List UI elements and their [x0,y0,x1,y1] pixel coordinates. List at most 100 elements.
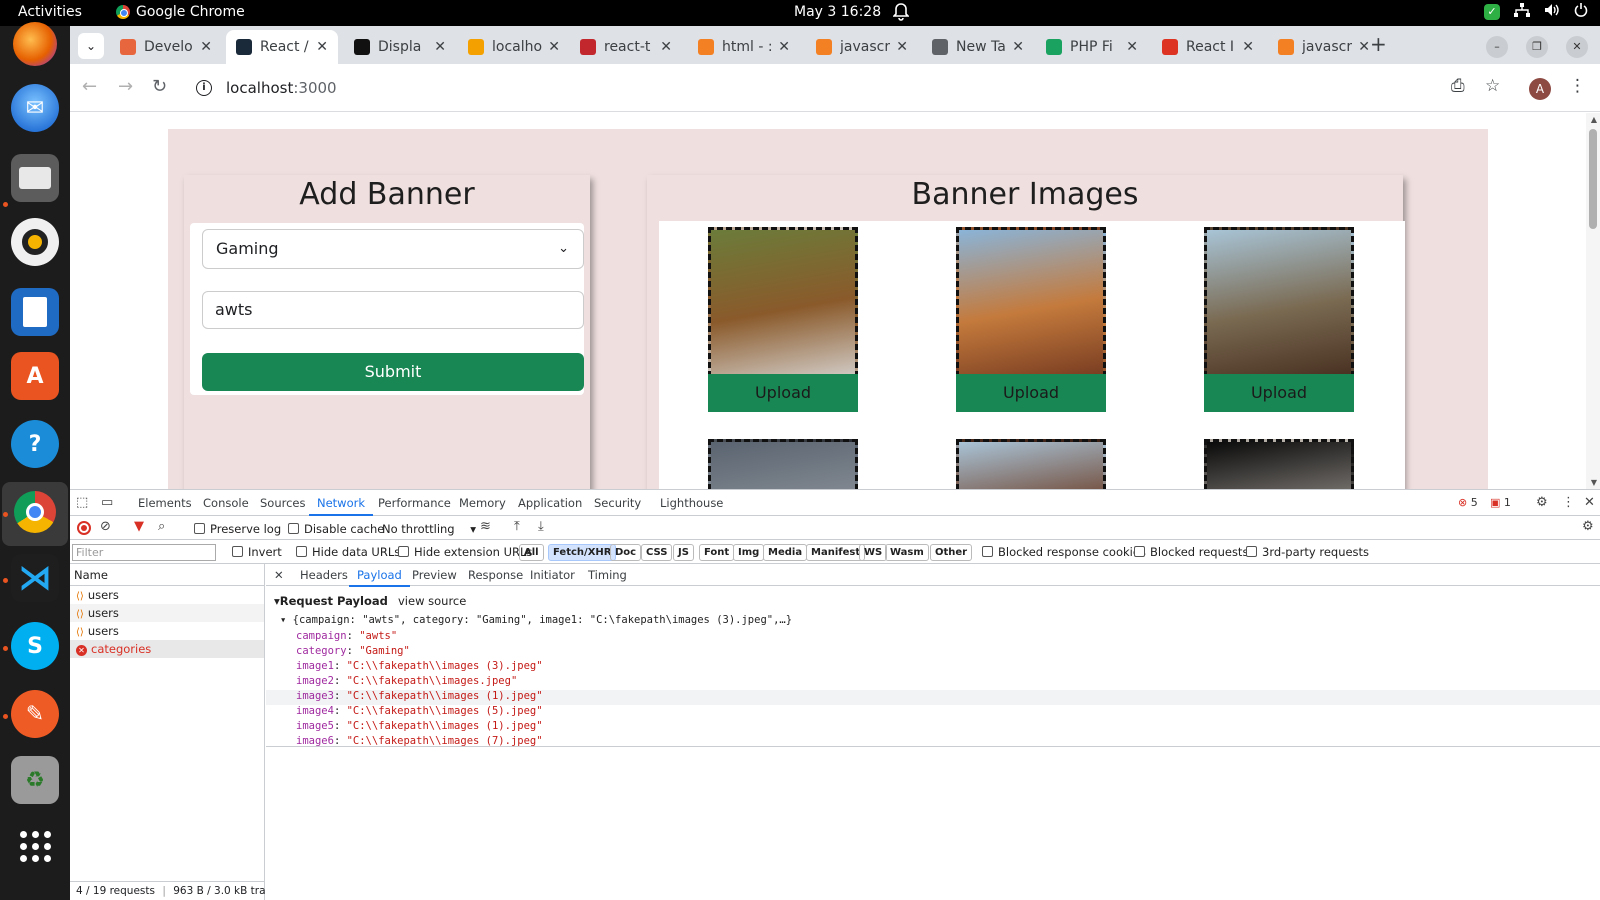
upload-button[interactable]: Upload [1204,374,1354,412]
back-button[interactable]: ← [82,76,97,97]
preserve-log-checkbox[interactable]: Preserve log [194,522,281,536]
error-count-badge[interactable]: ⊗ 5 [1458,496,1478,509]
close-tab-icon[interactable]: ✕ [896,39,908,55]
payload-summary[interactable]: ▾ {campaign: "awts", category: "Gaming",… [280,614,792,626]
filter-chip-font[interactable]: Font [699,544,735,561]
help-icon[interactable]: ? [11,420,59,468]
chrome-icon[interactable] [11,488,59,536]
devtools-tab-performance[interactable]: Performance [378,496,451,510]
filter-chip-media[interactable]: Media [763,544,808,561]
detail-tab-headers[interactable]: Headers [300,568,348,582]
scroll-up-icon[interactable]: ▲ [1591,115,1597,124]
request-payload-title[interactable]: ▾Request Payload [274,594,388,608]
blocked-cookies-checkbox[interactable]: Blocked response cookies [982,545,1146,559]
filter-icon[interactable]: ▼ [134,519,144,534]
inspect-element-icon[interactable]: ⬚ [76,495,88,510]
tab-search-button[interactable]: ⌄ [78,33,104,59]
writer-icon[interactable] [11,288,59,336]
bookmark-star-icon[interactable]: ☆ [1485,76,1500,96]
new-tab-button[interactable]: + [1370,32,1387,56]
filter-chip-doc[interactable]: Doc [610,544,642,561]
upload-button[interactable]: Upload [708,374,858,412]
payload-property[interactable]: image5: "C:\\fakepath\\images (1).jpeg" [296,720,543,732]
thunderbird-icon[interactable]: ✉ [11,84,59,132]
settings-gear-icon[interactable]: ⚙ [1536,495,1548,510]
devtools-tab-application[interactable]: Application [518,496,582,510]
detail-tab-response[interactable]: Response [468,568,523,582]
filter-input[interactable]: Filter [72,544,216,561]
view-source-link[interactable]: view source [398,594,466,608]
devtools-tab-elements[interactable]: Elements [138,496,192,510]
hide-data-urls-checkbox[interactable]: Hide data URLs [296,545,400,559]
upload-button[interactable]: Upload [956,374,1106,412]
filter-chip-other[interactable]: Other [930,544,973,561]
devtools-tab-lighthouse[interactable]: Lighthouse [660,496,723,510]
devtools-tab-network[interactable]: Network [308,496,374,516]
filter-chip-js[interactable]: JS [673,544,694,561]
maximize-button[interactable]: ❐ [1526,36,1548,58]
browser-tab[interactable]: react-t ✕ [570,30,682,64]
name-column-header[interactable]: Name [70,564,264,586]
close-window-button[interactable]: ✕ [1566,36,1588,58]
payload-property[interactable]: campaign: "awts" [296,630,397,642]
vscode-icon[interactable]: ⋊ [11,554,59,602]
filter-chip-ws[interactable]: WS [859,544,888,561]
filter-chip-wasm[interactable]: Wasm [885,544,929,561]
app-center-icon[interactable]: A [11,352,59,400]
browser-tab[interactable]: javascr ✕ [806,30,918,64]
payload-property[interactable]: image3: "C:\\fakepath\\images (1).jpeg" [296,690,543,702]
devtools-tab-memory[interactable]: Memory [459,496,506,510]
hide-extension-urls-checkbox[interactable]: Hide extension URLs [398,545,532,559]
detail-tab-preview[interactable]: Preview [412,568,457,582]
skype-icon[interactable]: S [11,622,59,670]
request-row[interactable]: ✕ categories [70,640,264,658]
request-row[interactable]: ⟨⟩ users [70,622,264,640]
close-tab-icon[interactable]: ✕ [1358,39,1370,55]
minimize-button[interactable]: – [1486,36,1508,58]
filter-chip-manifest[interactable]: Manifest [806,544,866,561]
trash-icon[interactable]: ♻ [11,756,59,804]
close-tab-icon[interactable]: ✕ [548,39,560,55]
filter-chip-css[interactable]: CSS [641,544,673,561]
close-tab-icon[interactable]: ✕ [1012,39,1024,55]
browser-tab[interactable]: Displa ✕ [344,30,456,64]
filter-chip-fetchxhr[interactable]: Fetch/XHR [548,544,617,561]
close-tab-icon[interactable]: ✕ [434,39,446,55]
network-conditions-icon[interactable]: ≋ [480,519,491,534]
category-select[interactable]: Gaming ⌄ [202,229,584,269]
forward-button[interactable]: → [118,76,133,97]
rhythmbox-icon[interactable] [11,218,59,266]
shield-check-icon[interactable]: ✓ [1484,4,1500,20]
browser-tab[interactable]: Develo ✕ [110,30,222,64]
detail-tab-initiator[interactable]: Initiator [530,568,575,582]
browser-tab[interactable]: React I ✕ [1152,30,1264,64]
system-tray[interactable]: ✓ [1484,3,1588,21]
install-app-icon[interactable]: ⎙ [1451,76,1465,96]
browser-tab[interactable]: React / ✕ [226,30,338,64]
filter-chip-img[interactable]: Img [733,544,765,561]
warning-count-badge[interactable]: ▣ 1 [1490,496,1511,509]
close-devtools-icon[interactable]: ✕ [1584,495,1595,510]
export-har-icon[interactable]: ⤓ [538,519,544,534]
close-tab-icon[interactable]: ✕ [200,39,212,55]
payload-property[interactable]: category: "Gaming" [296,645,410,657]
more-options-icon[interactable]: ⋮ [1562,495,1575,510]
submit-button[interactable]: Submit [202,353,584,391]
record-icon[interactable] [77,521,91,535]
bell-icon[interactable] [892,3,910,25]
blocked-requests-checkbox[interactable]: Blocked requests [1134,545,1248,559]
request-row[interactable]: ⟨⟩ users [70,586,264,604]
network-icon[interactable] [1514,3,1530,21]
browser-tab[interactable]: javascr ✕ [1268,30,1380,64]
campaign-input[interactable]: awts [202,291,584,329]
scroll-down-icon[interactable]: ▼ [1591,478,1597,487]
network-settings-icon[interactable]: ⚙ [1582,519,1594,534]
request-row[interactable]: ⟨⟩ users [70,604,264,622]
device-toolbar-icon[interactable]: ▭ [101,495,113,510]
payload-property[interactable]: image2: "C:\\fakepath\\images.jpeg" [296,675,517,687]
clear-icon[interactable]: ⊘ [100,519,111,534]
clock[interactable]: May 3 16:28 [794,4,881,20]
invert-checkbox[interactable]: Invert [232,545,282,559]
scroll-thumb[interactable] [1589,129,1597,229]
site-info-icon[interactable]: i [196,80,212,96]
